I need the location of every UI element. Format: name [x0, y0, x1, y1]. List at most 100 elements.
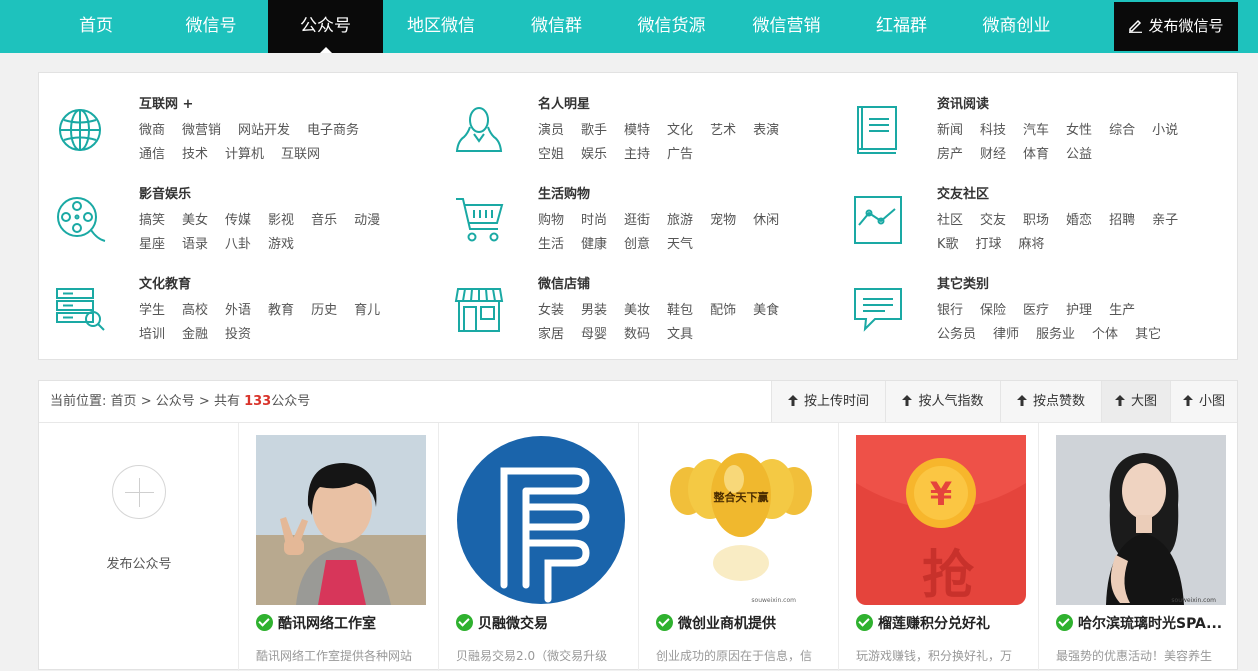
- account-title[interactable]: 榴莲赚积分兑好礼: [856, 613, 1034, 633]
- account-title[interactable]: 哈尔滨琉璃时光SPA...: [1056, 613, 1234, 633]
- tag-link[interactable]: 逛街: [624, 209, 650, 228]
- publish-wechat-button[interactable]: 发布微信号: [1114, 2, 1238, 51]
- publish-account-card[interactable]: 发布公众号: [39, 423, 239, 671]
- tag-link[interactable]: 鞋包: [667, 299, 693, 318]
- account-card[interactable]: souweixin.com 哈尔滨琉璃时光SPA... 最强势的优惠活动！美容养…: [1039, 423, 1239, 671]
- nav-wechat-marketing[interactable]: 微信营销: [729, 0, 844, 53]
- tag-link[interactable]: 歌手: [581, 119, 607, 138]
- tag-link[interactable]: 搞笑: [139, 209, 165, 228]
- tag-link[interactable]: 传媒: [225, 209, 251, 228]
- tag-link[interactable]: 主持: [624, 143, 650, 162]
- tag-link[interactable]: 投资: [225, 323, 251, 342]
- tag-link[interactable]: 电子商务: [307, 119, 359, 138]
- breadcrumb-home-link[interactable]: 首页: [111, 394, 137, 409]
- tag-link[interactable]: 医疗: [1023, 299, 1049, 318]
- tag-link[interactable]: 影视: [268, 209, 294, 228]
- tag-link[interactable]: 服务业: [1036, 323, 1075, 342]
- account-card[interactable]: ¥ 抢 榴莲赚积分兑好礼 玩游戏赚钱，积分换好礼，万: [839, 423, 1039, 671]
- tag-link[interactable]: 银行: [937, 299, 963, 318]
- breadcrumb-section-link[interactable]: 公众号: [156, 394, 195, 409]
- tag-link[interactable]: 模特: [624, 119, 650, 138]
- tag-link[interactable]: 艺术: [710, 119, 736, 138]
- tag-link[interactable]: 新闻: [937, 119, 963, 138]
- tag-link[interactable]: 动漫: [354, 209, 380, 228]
- sort-by-likes[interactable]: 按点赞数: [1000, 381, 1101, 422]
- nav-wechat-group[interactable]: 微信群: [499, 0, 614, 53]
- tag-link[interactable]: 女装: [538, 299, 564, 318]
- tag-link[interactable]: 亲子: [1152, 209, 1178, 228]
- tag-link[interactable]: 通信: [139, 143, 165, 162]
- tag-link[interactable]: 休闲: [753, 209, 779, 228]
- nav-wechat-supply[interactable]: 微信货源: [614, 0, 729, 53]
- tag-link[interactable]: 美妆: [624, 299, 650, 318]
- account-thumbnail[interactable]: 整合天下赢 souweixin.com: [656, 435, 826, 605]
- tag-link[interactable]: 体育: [1023, 143, 1049, 162]
- sort-by-popularity[interactable]: 按人气指数: [885, 381, 1000, 422]
- tag-link[interactable]: 微商: [139, 119, 165, 138]
- account-card[interactable]: 整合天下赢 souweixin.com 微创业商机提供 创业成功的原因在于信息，…: [639, 423, 839, 671]
- account-thumbnail[interactable]: [256, 435, 426, 605]
- tag-link[interactable]: 学生: [139, 299, 165, 318]
- tag-link[interactable]: 高校: [182, 299, 208, 318]
- tag-link[interactable]: 文化: [667, 119, 693, 138]
- tag-link[interactable]: 技术: [182, 143, 208, 162]
- tag-link[interactable]: 互联网: [281, 143, 320, 162]
- account-thumbnail[interactable]: ¥ 抢: [856, 435, 1026, 605]
- tag-link[interactable]: 计算机: [225, 143, 264, 162]
- tag-link[interactable]: 购物: [538, 209, 564, 228]
- tag-link[interactable]: 宠物: [710, 209, 736, 228]
- tag-link[interactable]: 语录: [182, 233, 208, 252]
- tag-link[interactable]: 生活: [538, 233, 564, 252]
- tag-link[interactable]: 配饰: [710, 299, 736, 318]
- view-small-grid[interactable]: 小图: [1170, 381, 1237, 422]
- tag-link[interactable]: 娱乐: [581, 143, 607, 162]
- nav-red-envelope-group[interactable]: 红福群: [844, 0, 959, 53]
- tag-link[interactable]: 婚恋: [1066, 209, 1092, 228]
- tag-link[interactable]: 科技: [980, 119, 1006, 138]
- tag-link[interactable]: 金融: [182, 323, 208, 342]
- tag-link[interactable]: 公益: [1066, 143, 1092, 162]
- account-title[interactable]: 酷讯网络工作室: [256, 613, 434, 633]
- nav-official-account[interactable]: 公众号: [268, 0, 383, 53]
- account-title[interactable]: 微创业商机提供: [656, 613, 834, 633]
- tag-link[interactable]: 健康: [581, 233, 607, 252]
- tag-link[interactable]: 生产: [1109, 299, 1135, 318]
- tag-link[interactable]: 小说: [1152, 119, 1178, 138]
- account-card[interactable]: 酷讯网络工作室 酷讯网络工作室提供各种网站: [239, 423, 439, 671]
- tag-link[interactable]: 家居: [538, 323, 564, 342]
- tag-link[interactable]: 游戏: [268, 233, 294, 252]
- tag-link[interactable]: 表演: [753, 119, 779, 138]
- sort-by-upload-time[interactable]: 按上传时间: [771, 381, 885, 422]
- tag-link[interactable]: 护理: [1066, 299, 1092, 318]
- tag-link[interactable]: 外语: [225, 299, 251, 318]
- view-large-grid[interactable]: 大图: [1101, 381, 1170, 422]
- tag-link[interactable]: 综合: [1109, 119, 1135, 138]
- tag-link[interactable]: 女性: [1066, 119, 1092, 138]
- tag-link[interactable]: 房产: [937, 143, 963, 162]
- account-card[interactable]: 贝融微交易 贝融易交易2.0（微交易升级: [439, 423, 639, 671]
- tag-link[interactable]: 演员: [538, 119, 564, 138]
- tag-link[interactable]: 八卦: [225, 233, 251, 252]
- account-title[interactable]: 贝融微交易: [456, 613, 634, 633]
- tag-link[interactable]: 文具: [667, 323, 693, 342]
- tag-link[interactable]: 交友: [980, 209, 1006, 228]
- account-thumbnail[interactable]: [456, 435, 626, 605]
- tag-link[interactable]: 职场: [1023, 209, 1049, 228]
- tag-link[interactable]: 美食: [753, 299, 779, 318]
- tag-link[interactable]: 微营销: [182, 119, 221, 138]
- tag-link[interactable]: 教育: [268, 299, 294, 318]
- tag-link[interactable]: 男装: [581, 299, 607, 318]
- nav-wechat-id[interactable]: 微信号: [154, 0, 268, 53]
- nav-wechat-business[interactable]: 微商创业: [959, 0, 1074, 53]
- tag-link[interactable]: 旅游: [667, 209, 693, 228]
- tag-link[interactable]: 个体: [1092, 323, 1118, 342]
- tag-link[interactable]: 打球: [976, 233, 1002, 252]
- account-thumbnail[interactable]: souweixin.com: [1056, 435, 1226, 605]
- tag-link[interactable]: 财经: [980, 143, 1006, 162]
- tag-link[interactable]: 麻将: [1019, 233, 1045, 252]
- tag-link[interactable]: 保险: [980, 299, 1006, 318]
- tag-link[interactable]: 广告: [667, 143, 693, 162]
- tag-link[interactable]: 招聘: [1109, 209, 1135, 228]
- tag-link[interactable]: 育儿: [354, 299, 380, 318]
- tag-link[interactable]: 时尚: [581, 209, 607, 228]
